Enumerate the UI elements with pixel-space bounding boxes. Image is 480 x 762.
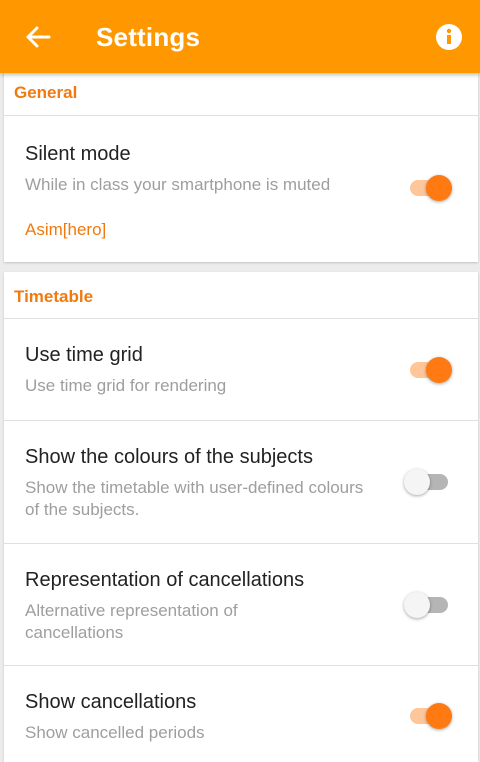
item-title: Representation of cancellations	[25, 569, 305, 591]
timetable-section: Timetable Use time grid Use time grid fo…	[4, 272, 478, 762]
page-title: Settings	[96, 22, 201, 52]
arrow-left-icon	[26, 26, 51, 48]
item-summary: Use time grid for rendering	[25, 376, 227, 395]
section-title-general: General	[14, 83, 78, 102]
back-button[interactable]	[18, 18, 58, 56]
item-extra-label: Asim[hero]	[25, 220, 107, 239]
item-title: Show cancellations	[25, 691, 197, 713]
item-summary: While in class your smartphone is muted	[25, 175, 331, 194]
section-title-timetable: Timetable	[14, 287, 94, 306]
app-bar: Settings	[0, 0, 480, 73]
switch-thumb	[404, 592, 430, 618]
item-summary: Show cancelled periods	[25, 723, 205, 742]
preference-silent-mode[interactable]: Silent mode While in class your smartpho…	[4, 116, 478, 262]
item-title: Silent mode	[25, 143, 131, 165]
preference-show-subject-colours[interactable]: Show the colours of the subjects Show th…	[4, 421, 478, 543]
use-time-grid-switch[interactable]	[404, 355, 454, 385]
switch-thumb	[426, 357, 452, 383]
switch-thumb	[426, 175, 452, 201]
item-summary: Show the timetable with user-defined col…	[25, 478, 364, 519]
item-summary: Alternative representation of cancellati…	[25, 601, 238, 642]
preference-use-time-grid[interactable]: Use time grid Use time grid for renderin…	[4, 319, 478, 419]
preference-representation-of-cancellations[interactable]: Representation of cancellations Alternat…	[4, 544, 478, 666]
switch-thumb	[404, 469, 430, 495]
representation-of-cancellations-switch[interactable]	[404, 590, 454, 620]
show-subject-colours-switch[interactable]	[404, 467, 454, 497]
item-title: Show the colours of the subjects	[25, 446, 313, 468]
switch-thumb	[426, 703, 452, 729]
preference-show-cancellations[interactable]: Show cancellations Show cancelled period…	[4, 666, 478, 762]
item-title: Use time grid	[25, 344, 143, 366]
info-icon	[436, 24, 462, 50]
silent-mode-switch[interactable]	[404, 173, 454, 203]
info-button[interactable]	[434, 22, 464, 52]
show-cancellations-switch[interactable]	[404, 701, 454, 731]
general-section: General Silent mode While in class your …	[4, 73, 478, 262]
